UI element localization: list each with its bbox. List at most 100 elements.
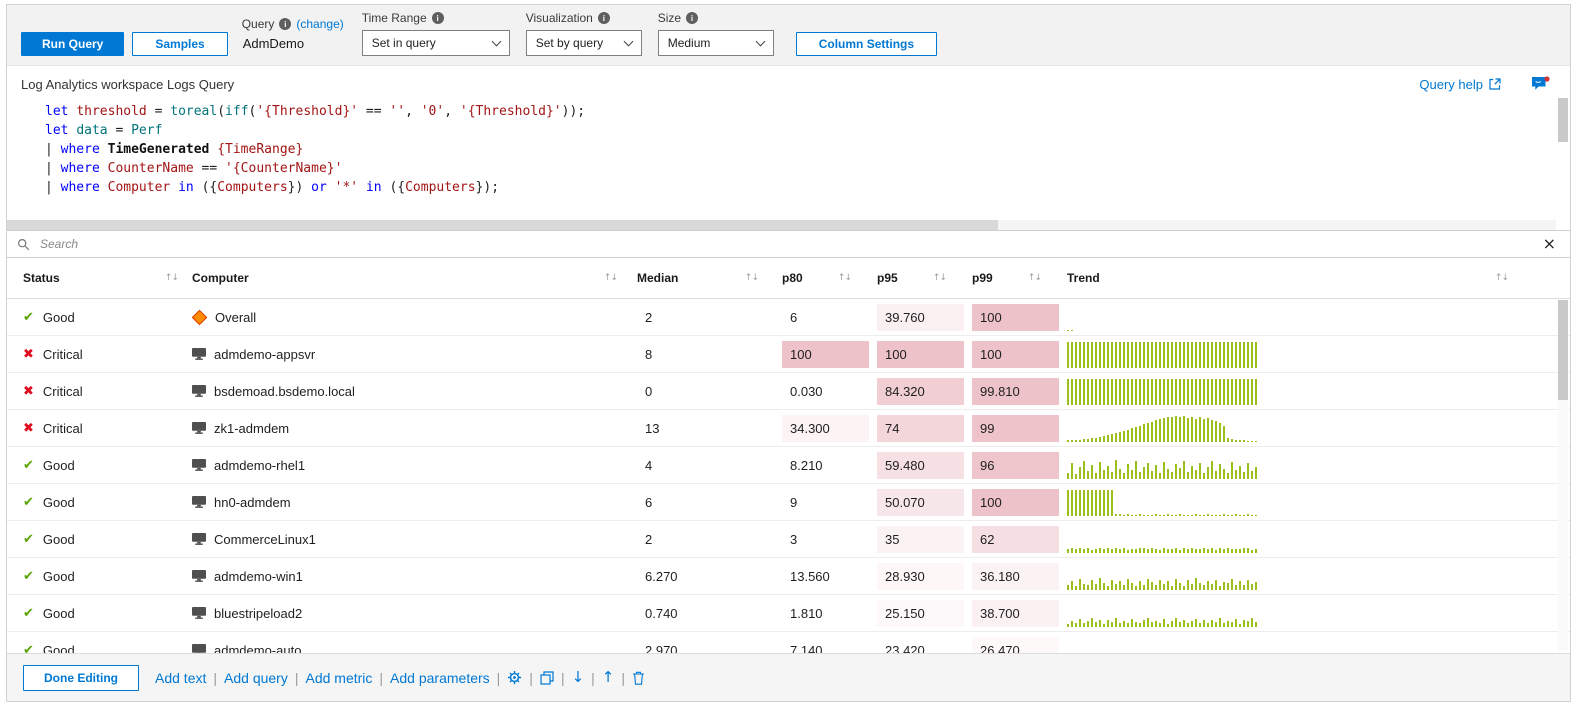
move-down-icon[interactable]: ↓ [572,670,585,685]
median-value: 0.740 [645,605,678,621]
table-row[interactable]: ✔ Good bluestripeload2 0.740 1.810 25.150 38.7… [7,595,1570,632]
table-header: Status ↑↓ Computer ↑↓ Median ↑↓ p80 ↑↓ p… [7,258,1570,299]
table-row[interactable]: ✔ Good hn0-admdem 6 9 50.070 100 [7,484,1570,521]
good-status-icon: ✔ [23,309,34,325]
computer-name: admdemo-rhel1 [214,457,306,473]
status-label: Good [42,531,75,547]
query-editor[interactable]: let threshold = toreal(iff('{Threshold}'… [7,96,1570,230]
sort-icon[interactable]: ↑↓ [1028,273,1042,283]
search-bar: × [7,230,1570,258]
computer-name: Overall [215,309,257,325]
settings-gear-icon[interactable] [507,670,522,685]
column-header-median[interactable]: Median ↑↓ [637,258,782,298]
table-row[interactable]: ✔ Good admdemo-rhel1 4 8.210 59.480 96 [7,447,1570,484]
p80-value: 9 [790,494,798,510]
results-table: Status ↑↓ Computer ↑↓ Median ↑↓ p80 ↑↓ p… [7,258,1570,653]
p80-value: 7.140 [790,642,823,654]
separator: | [560,669,565,686]
separator: | [591,669,595,686]
clear-search-icon[interactable]: × [1539,236,1560,252]
p80-value: 100 [782,340,869,368]
separator: | [621,669,626,686]
sort-icon[interactable]: ↑↓ [745,273,759,283]
p80-value: 0.030 [790,383,823,399]
external-link-icon [1489,78,1501,90]
status-label: Good [42,605,75,621]
visualization-dropdown[interactable]: Set by query [525,30,642,56]
add-parameters-link[interactable]: Add parameters [390,670,490,686]
table-row[interactable]: ✔ Good CommerceLinux1 2 3 35 62 [7,521,1570,558]
sort-icon[interactable]: ↑↓ [838,273,852,283]
computer-icon [192,496,206,508]
table-row[interactable]: ✔ Good Overall 2 6 39.760 100 [7,299,1570,336]
computer-name: zk1-admdem [214,420,290,436]
computer-name: bluestripeload2 [214,605,303,621]
size-group: Size i Medium [657,11,774,56]
editor-vertical-scrollbar[interactable] [1558,98,1568,216]
p95-value: 74 [877,414,964,442]
query-help-link[interactable]: Query help [1419,77,1501,92]
table-scrollbar[interactable] [1558,300,1568,651]
trend-sparkline [1067,637,1257,653]
good-status-icon: ✔ [23,605,34,621]
info-icon: i [597,12,610,24]
info-icon: i [279,18,292,30]
column-header-status[interactable]: Status ↑↓ [23,258,192,298]
computer-icon [192,348,206,360]
samples-button[interactable]: Samples [132,32,228,56]
feedback-icon[interactable] [1531,76,1550,92]
column-settings-button[interactable]: Column Settings [795,32,938,56]
column-header-p80[interactable]: p80 ↑↓ [782,258,877,298]
table-row[interactable]: ✖ Critical bsdemoad.bsdemo.local 0 0.030 84.3… [7,373,1570,410]
column-header-p95[interactable]: p95 ↑↓ [877,258,972,298]
table-row[interactable]: ✔ Good admdemo-auto 2.970 7.140 23.420 26.470 [7,632,1570,653]
p99-value: 62 [972,525,1059,553]
column-header-trend[interactable]: Trend ↑↓ [1067,258,1570,298]
status-label: Good [42,494,75,510]
editor-horizontal-scrollbar[interactable] [7,220,1556,230]
run-query-button[interactable]: Run Query [21,32,125,56]
visualization-group: Visualization i Set by query [525,11,642,56]
time-range-label: Time Range [361,11,427,25]
change-query-link[interactable]: (change) [296,17,343,31]
add-query-link[interactable]: Add query [224,670,288,686]
trend-sparkline [1067,526,1257,553]
sort-icon[interactable]: ↑↓ [165,273,179,283]
table-row[interactable]: ✖ Critical admdemo-appsvr 8 100 100 100 [7,336,1570,373]
computer-icon [192,570,206,582]
chevron-down-icon [491,36,502,47]
computer-icon [192,385,206,397]
add-text-link[interactable]: Add text [155,670,206,686]
clone-icon[interactable] [540,670,554,685]
status-label: Good [42,568,75,584]
computer-name: hn0-admdem [214,494,291,510]
median-value: 2 [645,309,653,325]
sort-icon[interactable]: ↑↓ [1495,273,1509,283]
search-input[interactable] [38,236,1531,252]
chevron-down-icon [755,36,766,47]
add-metric-link[interactable]: Add metric [305,670,372,686]
table-row[interactable]: ✖ Critical zk1-admdem 13 34.300 74 99 [7,410,1570,447]
trend-sparkline [1067,415,1257,442]
time-range-dropdown[interactable]: Set in query [361,30,510,56]
good-status-icon: ✔ [23,494,34,510]
info-icon: i [686,12,699,24]
status-label: Good [42,642,75,654]
trend-sparkline [1067,489,1257,516]
done-editing-button[interactable]: Done Editing [23,664,139,691]
info-icon: i [431,12,444,24]
delete-icon[interactable] [632,671,645,685]
query-toolbar: Run Query Samples Query i (change) AdmDe… [7,5,1570,66]
computer-name: admdemo-win1 [214,568,303,584]
computer-icon [192,533,206,545]
sort-icon[interactable]: ↑↓ [933,273,947,283]
move-up-icon[interactable]: ↑ [602,670,615,685]
size-dropdown[interactable]: Medium [657,30,774,56]
good-status-icon: ✔ [23,568,34,584]
median-value: 8 [645,346,653,362]
table-row[interactable]: ✔ Good admdemo-win1 6.270 13.560 28.930 36.180 [7,558,1570,595]
column-header-p99[interactable]: p99 ↑↓ [972,258,1067,298]
critical-status-icon: ✖ [23,383,34,399]
sort-icon[interactable]: ↑↓ [604,273,618,283]
column-header-computer[interactable]: Computer ↑↓ [192,258,637,298]
